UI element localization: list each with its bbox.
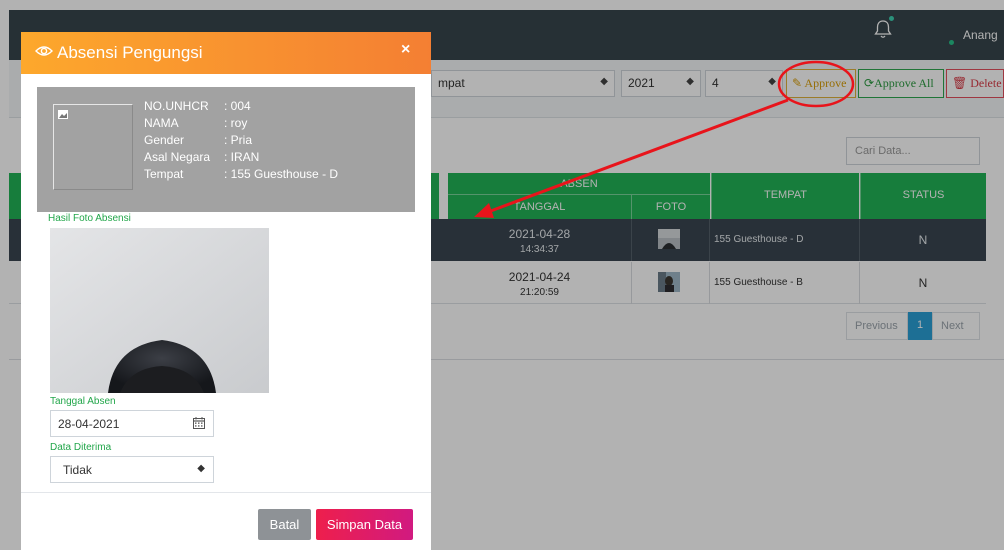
calendar-icon[interactable] (193, 417, 205, 429)
avatar (53, 104, 133, 190)
info-value: : roy (224, 116, 248, 130)
save-button[interactable]: Simpan Data (316, 509, 413, 540)
modal-header: Absensi Pengungsi × (21, 32, 431, 74)
absensi-modal: Absensi Pengungsi × NO.UNHCR : 004 NAMA : … (21, 32, 431, 550)
cancel-button[interactable]: Batal (258, 509, 311, 540)
accepted-label: Data Diterima (50, 442, 112, 453)
info-row-nama: NAMA : roy (144, 116, 247, 130)
info-value: : Pria (224, 133, 253, 147)
date-label: Tanggal Absen (50, 396, 116, 407)
select-arrows-icon: ◆ (197, 463, 205, 474)
refugee-info-card: NO.UNHCR : 004 NAMA : roy Gender : Pria Asa… (37, 87, 415, 212)
info-key: Gender (144, 133, 185, 147)
attendance-photo (50, 228, 269, 393)
close-icon[interactable]: × (401, 41, 410, 59)
info-key: NAMA (144, 116, 179, 130)
modal-footer-divider (21, 492, 431, 493)
info-row-tempat: Tempat : 155 Guesthouse - D (144, 167, 338, 181)
info-value: : 155 Guesthouse - D (224, 167, 339, 181)
photo-label: Hasil Foto Absensi (48, 213, 131, 224)
info-value: : 004 (224, 99, 251, 113)
info-row-gender: Gender : Pria (144, 133, 252, 147)
modal-title: Absensi Pengungsi (57, 43, 203, 62)
date-field-value: 28-04-2021 (58, 417, 120, 431)
info-key: Asal Negara (144, 150, 211, 164)
info-key: NO.UNHCR (144, 99, 209, 113)
accepted-select-value: Tidak (63, 463, 92, 477)
accepted-select[interactable]: Tidak ◆ (50, 456, 214, 483)
eye-icon (35, 46, 53, 56)
broken-image-icon (58, 110, 68, 119)
info-key: Tempat (144, 167, 184, 181)
date-field[interactable]: 28-04-2021 (50, 410, 214, 437)
info-row-unhcr: NO.UNHCR : 004 (144, 99, 251, 113)
info-value: : IRAN (224, 150, 260, 164)
info-row-asal-negara: Asal Negara : IRAN (144, 150, 259, 164)
